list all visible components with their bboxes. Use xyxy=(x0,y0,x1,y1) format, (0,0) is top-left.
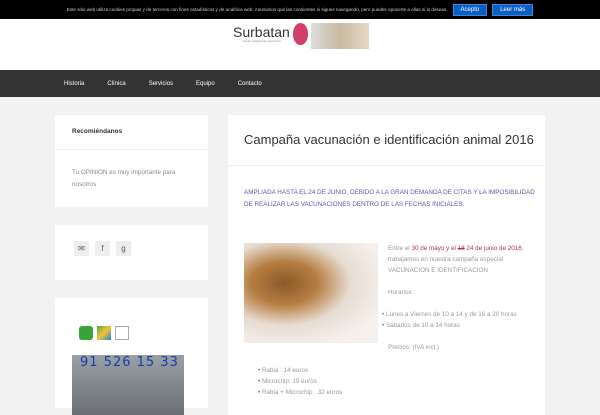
widget-text[interactable]: Tu OPINION es muy importante para nosotr… xyxy=(72,167,192,191)
mail-icon[interactable] xyxy=(115,326,129,340)
main-nav: Historia Clínica Servicios Equipo Contac… xyxy=(0,70,600,97)
nav-contacto[interactable]: Contacto xyxy=(238,81,262,87)
recommend-widget: Recomiéndanos Tu OPINION es muy importan… xyxy=(55,115,208,207)
email-share-icon[interactable]: ✉ xyxy=(74,241,89,256)
beagle-image xyxy=(244,243,378,343)
contact-widget: 91 526 15 33 xyxy=(55,298,208,415)
widget-title: Recomiéndanos xyxy=(72,128,123,135)
post-article: Campaña vacunación e identificación anim… xyxy=(228,115,545,415)
hours-label: Horarios : xyxy=(388,289,416,296)
divider xyxy=(228,165,545,166)
intro-dates: 30 de mayo y el xyxy=(411,245,458,252)
divider xyxy=(55,149,208,150)
google-plus-icon[interactable]: g xyxy=(116,241,131,256)
price-item: Rabia + Microchip : 32 euros xyxy=(258,387,342,398)
phone-icon[interactable] xyxy=(79,326,93,340)
logo-text: Surbatan xyxy=(233,24,290,40)
price-item: Rabia : 14 euros xyxy=(258,365,342,376)
struck-date: 18 xyxy=(457,245,465,252)
cookie-text: Este sitio web utiliza cookies propias y… xyxy=(66,7,448,12)
hours-item: Lunes a Viernes de 10 a 14 y de 16 a 20 … xyxy=(382,309,538,320)
cookie-bar: Este sitio web utiliza cookies propias y… xyxy=(0,0,600,19)
site-header: Surbatan centro asistencial veterinario xyxy=(0,19,600,70)
social-widget: ✉ f g xyxy=(55,225,208,280)
logo-subtitle: centro asistencial veterinario xyxy=(243,39,282,43)
facebook-icon[interactable]: f xyxy=(95,241,110,256)
price-item: Microchip: 19 euros xyxy=(258,376,342,387)
post-title: Campaña vacunación e identificación anim… xyxy=(244,132,534,147)
site-logo[interactable]: Surbatan centro asistencial veterinario xyxy=(233,23,369,49)
post-info: Entre el 30 de mayo y el 18 24 de junio … xyxy=(386,243,538,353)
nav-clinica[interactable]: Clínica xyxy=(107,81,125,87)
price-list: Rabia : 14 euros Microchip: 19 euros Rab… xyxy=(258,365,342,398)
intro-text: Entre el xyxy=(388,245,412,252)
read-more-button[interactable]: Leer más xyxy=(492,3,534,16)
prices-label: Precios: (IVA incl.) xyxy=(388,344,439,351)
nav-servicios[interactable]: Servicios xyxy=(149,81,173,87)
nav-historia[interactable]: Historia xyxy=(64,81,84,87)
post-notice: AMPLIADA HASTA EL 24 DE JUNIO, DEBIDO A … xyxy=(244,189,535,208)
hours-item: Sábados de 10 a 14 horas xyxy=(382,320,538,331)
logo-photo xyxy=(311,23,369,49)
accept-button[interactable]: Acepto xyxy=(452,3,488,16)
nav-equipo[interactable]: Equipo xyxy=(196,81,215,87)
logo-seal-icon xyxy=(292,23,309,45)
new-date: 24 de junio de 2016 xyxy=(464,245,522,252)
phone-number-image: 91 526 15 33 xyxy=(72,355,184,415)
maps-icon[interactable] xyxy=(97,326,111,340)
